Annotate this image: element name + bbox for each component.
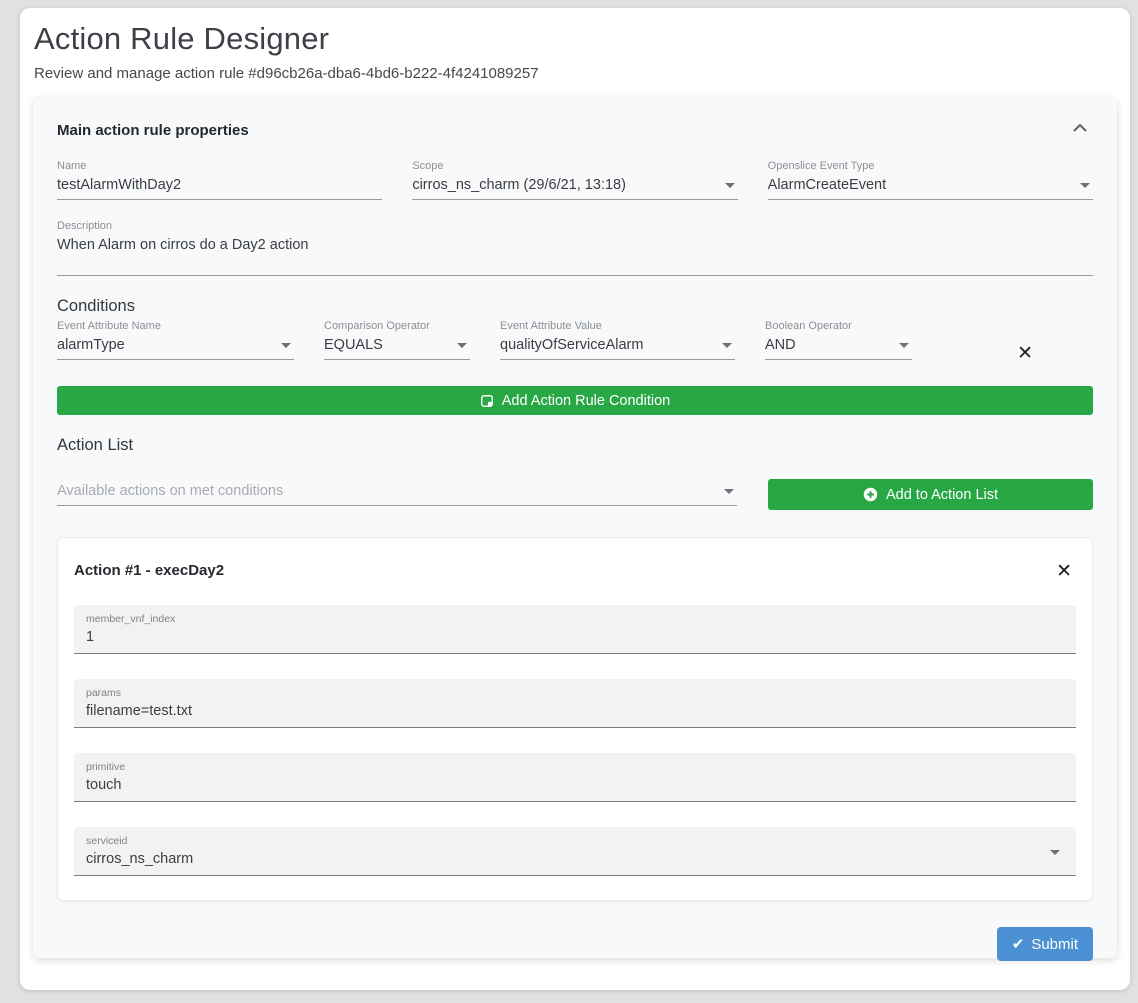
- chevron-up-icon: [1071, 122, 1089, 134]
- chevron-down-icon: [1080, 183, 1090, 188]
- action-card: Action #1 - execDay2 ✕ member_vnf_index …: [57, 537, 1093, 901]
- event-type-select[interactable]: Openslice Event Type AlarmCreateEvent: [768, 160, 1093, 200]
- available-actions-select[interactable]: Available actions on met conditions: [57, 483, 737, 506]
- available-actions-placeholder: Available actions on met conditions: [57, 483, 737, 499]
- add-to-action-list-button[interactable]: Add to Action List: [768, 479, 1093, 510]
- primitive-label: primitive: [86, 761, 1064, 773]
- condition-row: Event Attribute Name alarmType Compariso…: [57, 320, 1093, 365]
- plus-circle-icon: [863, 487, 878, 502]
- scope-value: cirros_ns_charm (29/6/21, 13:18): [412, 177, 737, 193]
- action-card-title: Action #1 - execDay2: [74, 554, 224, 579]
- check-icon: ✔: [1012, 935, 1025, 953]
- primitive-input[interactable]: touch: [86, 777, 1064, 793]
- collapse-panel-button[interactable]: [1069, 120, 1091, 136]
- chevron-down-icon: [722, 343, 732, 348]
- chevron-down-icon: [725, 183, 735, 188]
- event-type-value: AlarmCreateEvent: [768, 177, 1093, 193]
- event-attribute-value-value: qualityOfServiceAlarm: [500, 337, 735, 353]
- description-label: Description: [57, 220, 1093, 232]
- boolean-operator-select[interactable]: Boolean Operator AND: [765, 320, 912, 360]
- member-vnf-index-label: member_vnf_index: [86, 613, 1064, 625]
- remove-condition-button[interactable]: ✕: [1015, 342, 1035, 365]
- page-title: Action Rule Designer: [34, 21, 1116, 57]
- comparison-operator-value: EQUALS: [324, 337, 470, 353]
- boolean-operator-label: Boolean Operator: [765, 320, 912, 332]
- add-condition-button[interactable]: Add Action Rule Condition: [57, 386, 1093, 415]
- close-icon: ✕: [1056, 561, 1072, 582]
- primitive-field[interactable]: primitive touch: [74, 753, 1076, 802]
- name-label: Name: [57, 160, 382, 172]
- boolean-operator-value: AND: [765, 337, 912, 353]
- conditions-title: Conditions: [57, 297, 1093, 316]
- event-attribute-value-select[interactable]: Event Attribute Value qualityOfServiceAl…: [500, 320, 735, 360]
- event-attribute-name-value: alarmType: [57, 337, 294, 353]
- params-input[interactable]: filename=test.txt: [86, 703, 1064, 719]
- main-card-title: Main action rule properties: [57, 120, 249, 139]
- chevron-down-icon: [899, 343, 909, 348]
- submit-button[interactable]: ✔ Submit: [997, 927, 1093, 961]
- remove-action-button[interactable]: ✕: [1054, 560, 1074, 583]
- name-input[interactable]: testAlarmWithDay2: [57, 177, 382, 193]
- scope-label: Scope: [412, 160, 737, 172]
- add-to-action-list-label: Add to Action List: [886, 487, 998, 503]
- submit-label: Submit: [1031, 936, 1078, 953]
- page-subtitle: Review and manage action rule #d96cb26a-…: [34, 65, 1116, 82]
- close-icon: ✕: [1017, 343, 1033, 364]
- chevron-down-icon: [1050, 850, 1060, 855]
- description-field[interactable]: Description When Alarm on cirros do a Da…: [57, 220, 1093, 276]
- page-container: Action Rule Designer Review and manage a…: [20, 8, 1130, 990]
- chevron-down-icon: [724, 489, 734, 494]
- event-attribute-value-label: Event Attribute Value: [500, 320, 735, 332]
- main-card: Main action rule properties Name testAla…: [33, 98, 1117, 958]
- description-input[interactable]: When Alarm on cirros do a Day2 action: [57, 237, 1093, 269]
- comparison-operator-select[interactable]: Comparison Operator EQUALS: [324, 320, 470, 360]
- event-attribute-name-label: Event Attribute Name: [57, 320, 294, 332]
- scope-select[interactable]: Scope cirros_ns_charm (29/6/21, 13:18): [412, 160, 737, 200]
- member-vnf-index-field[interactable]: member_vnf_index 1: [74, 605, 1076, 654]
- comparison-operator-label: Comparison Operator: [324, 320, 470, 332]
- chevron-down-icon: [281, 343, 291, 348]
- page-header: Action Rule Designer Review and manage a…: [20, 8, 1130, 82]
- params-label: params: [86, 687, 1064, 699]
- serviceid-select[interactable]: serviceid cirros_ns_charm: [74, 827, 1076, 876]
- add-condition-label: Add Action Rule Condition: [502, 393, 670, 409]
- member-vnf-index-input[interactable]: 1: [86, 629, 1064, 645]
- action-list-title: Action List: [57, 436, 1093, 455]
- event-type-label: Openslice Event Type: [768, 160, 1093, 172]
- serviceid-label: serviceid: [86, 835, 1064, 847]
- chevron-down-icon: [457, 343, 467, 348]
- event-attribute-name-select[interactable]: Event Attribute Name alarmType: [57, 320, 294, 360]
- journal-add-icon: [480, 394, 494, 408]
- name-field[interactable]: Name testAlarmWithDay2: [57, 160, 382, 200]
- serviceid-value: cirros_ns_charm: [86, 851, 1064, 867]
- params-field[interactable]: params filename=test.txt: [74, 679, 1076, 728]
